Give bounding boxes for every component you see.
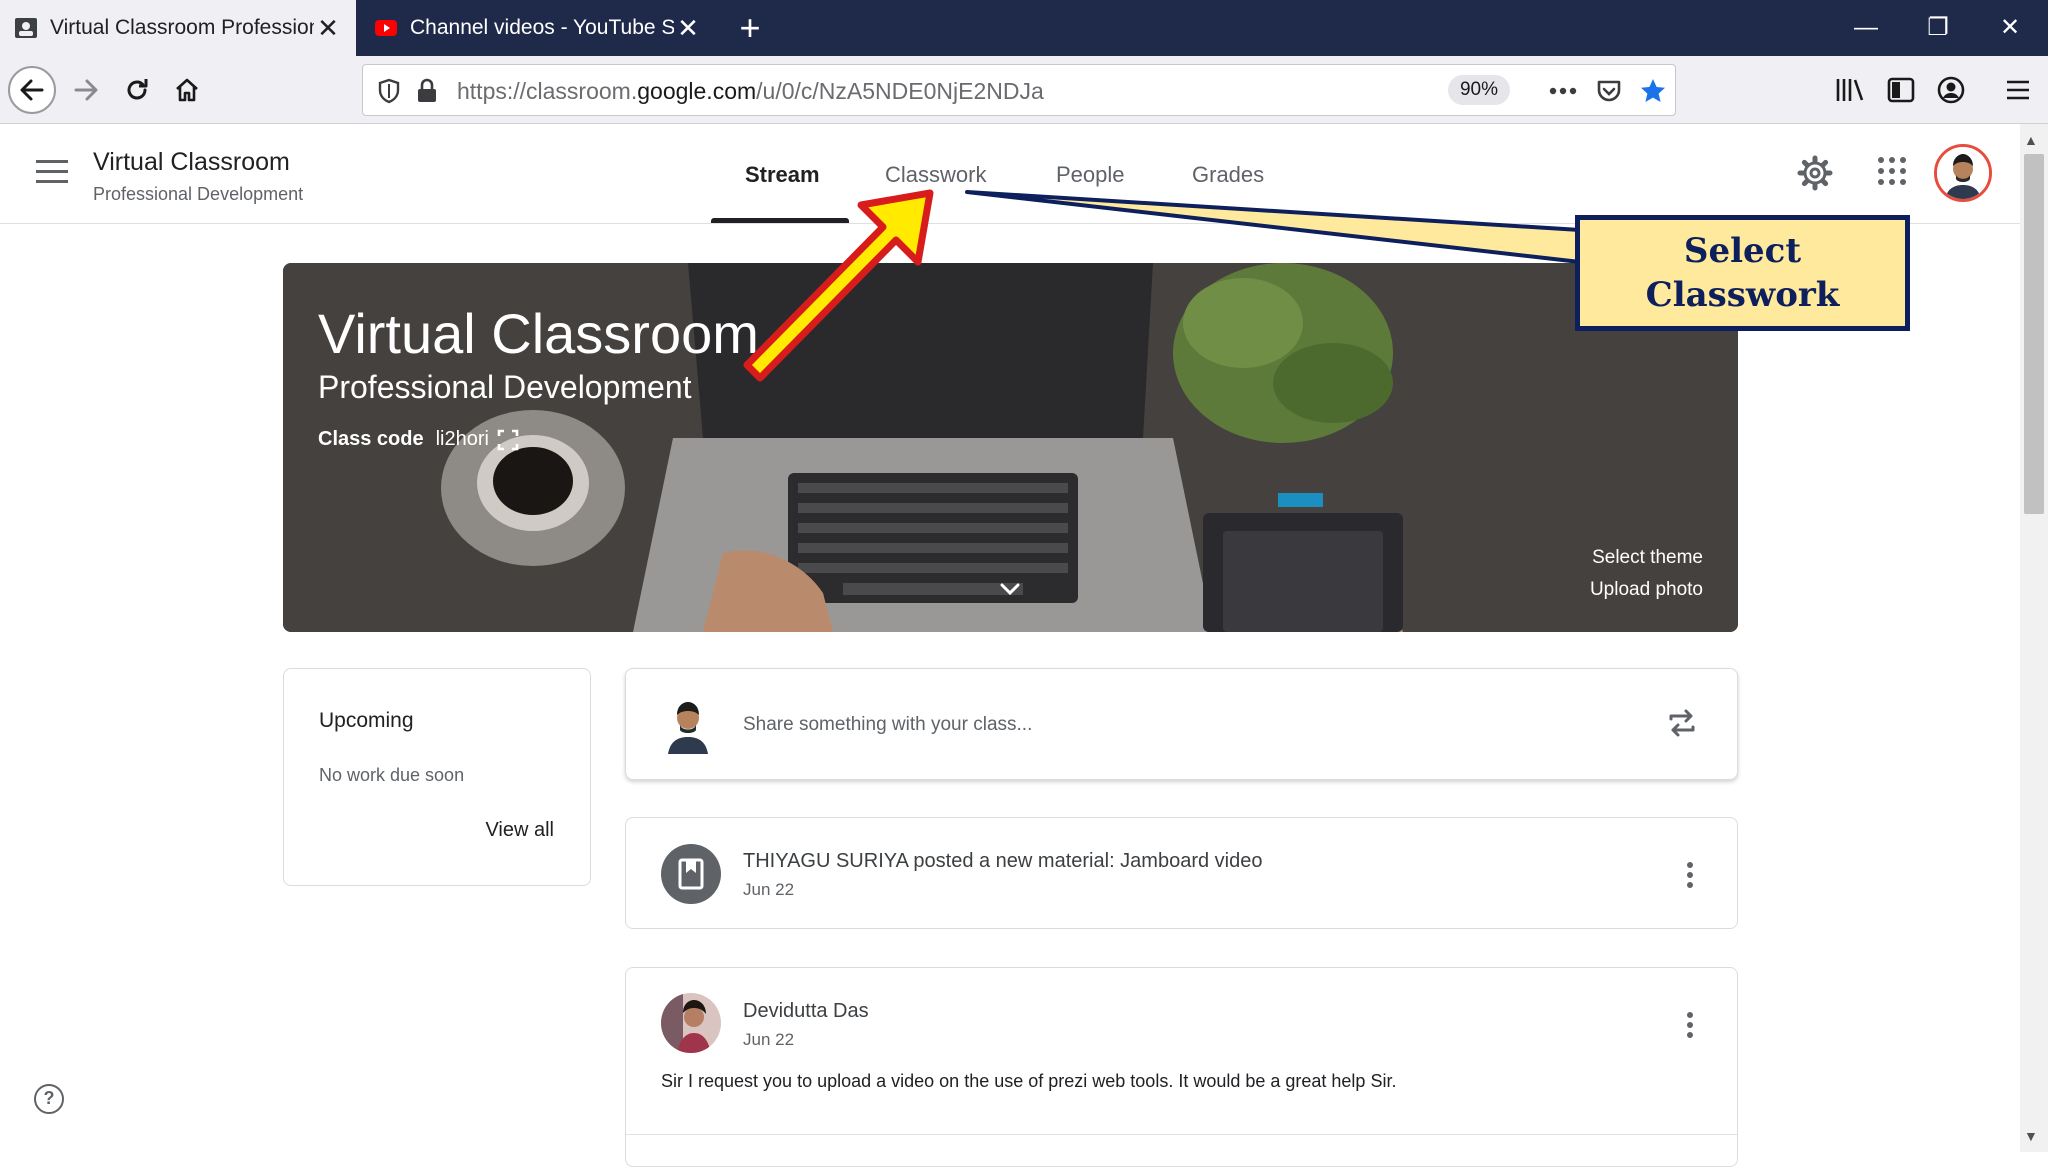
classroom-header: Virtual Classroom Professional Developme… [0,124,2020,224]
avatar [668,702,708,754]
post-date: Jun 22 [743,1030,795,1049]
kebab-icon[interactable] [1687,862,1693,888]
class-code: Class code li2hori [318,428,519,451]
forward-button[interactable] [62,66,110,114]
tab-people[interactable]: People [1056,162,1125,188]
post-body: Sir I request you to upload a video on t… [661,1071,1397,1091]
menu-icon [2007,80,2029,100]
upload-photo-link[interactable]: Upload photo [1590,579,1703,601]
share-box[interactable]: Share something with your class... [625,668,1738,780]
scrollbar-thumb[interactable] [2024,154,2044,514]
tab-virtual-classroom[interactable]: Virtual Classroom Professional ✕ [0,0,356,56]
share-input[interactable]: Share something with your class... [743,714,1032,736]
forward-icon [74,79,98,101]
stream-post[interactable]: Devidutta Das Jun 22 Sir I request you t… [625,967,1738,1167]
browser-navigation-bar: https://classroom.google.com/u/0/c/NzA5N… [0,56,2048,124]
callout-line-1: Select [1683,231,1802,271]
library-icon [1836,79,1864,101]
back-icon [20,79,44,101]
apps-icon[interactable] [1878,157,1906,185]
selected-tab-indicator [711,218,849,223]
classroom-favicon-icon [15,18,37,38]
back-button[interactable] [8,66,56,114]
stream-post[interactable]: THIYAGU SURIYA posted a new material: Ja… [625,817,1738,929]
post-author[interactable]: THIYAGU SURIYA posted a new material: Ja… [743,850,1262,873]
youtube-favicon-icon [375,20,397,36]
avatar[interactable] [661,993,721,1053]
gear-icon[interactable] [1797,155,1833,191]
browser-menu-button[interactable] [1994,66,2042,114]
account-icon [1937,76,1965,104]
new-tab-button[interactable]: + [728,6,772,50]
kebab-icon[interactable] [1687,1012,1693,1038]
class-title[interactable]: Virtual Classroom [93,148,290,177]
account-button[interactable] [1927,66,1975,114]
more-icon[interactable] [1547,75,1579,107]
help-icon[interactable]: ? [34,1084,64,1114]
avatar[interactable] [1934,144,1992,202]
class-banner: Virtual Classroom Professional Developme… [283,263,1738,632]
star-icon[interactable] [1637,75,1669,107]
tab-youtube-studio[interactable]: Channel videos - YouTube Studio ✕ [360,0,716,56]
tab-stream[interactable]: Stream [745,162,820,188]
close-window-button[interactable]: ✕ [1974,0,2046,56]
lock-icon[interactable] [411,75,443,107]
class-code-value: li2hori [435,428,489,450]
post-date: Jun 22 [743,880,795,899]
view-all-link[interactable]: View all [485,819,554,842]
page-scrollbar[interactable] [2020,124,2048,1152]
banner-subtitle: Professional Development [318,369,692,405]
close-tab-icon[interactable]: ✕ [674,13,702,44]
scroll-down-icon[interactable]: ▼ [2024,1128,2038,1144]
pocket-icon[interactable] [1593,75,1625,107]
library-button[interactable] [1826,66,1874,114]
class-code-label: Class code [318,428,424,450]
minimize-window-button[interactable]: — [1830,0,1902,56]
repost-icon[interactable] [1667,707,1697,739]
close-tab-icon[interactable]: ✕ [314,13,342,44]
post-divider [626,1134,1737,1135]
main-menu-icon[interactable] [36,160,68,186]
reload-icon [127,79,148,100]
sidebar-button[interactable] [1877,66,1925,114]
tab-title: Virtual Classroom Professional [50,16,314,39]
sidebar-icon [1887,77,1915,103]
fullscreen-icon[interactable] [497,429,519,451]
zoom-level[interactable]: 90% [1448,75,1510,105]
annotation-callout: Select Classwork [1575,215,1910,331]
tab-classwork[interactable]: Classwork [885,162,986,188]
home-icon [176,78,198,102]
upcoming-title: Upcoming [319,709,414,732]
tab-grades[interactable]: Grades [1192,162,1264,188]
select-theme-link[interactable]: Select theme [1592,547,1703,569]
browser-tab-bar: Virtual Classroom Professional ✕ Channel… [0,0,2048,56]
restore-window-button[interactable]: ❐ [1902,0,1974,56]
url-bar[interactable]: https://classroom.google.com/u/0/c/NzA5N… [362,64,1676,116]
shield-icon[interactable] [373,75,405,107]
material-icon [661,844,721,904]
url-text[interactable]: https://classroom.google.com/u/0/c/NzA5N… [457,78,1044,105]
reload-button[interactable] [113,66,161,114]
callout-line-2: Classwork [1645,275,1840,315]
upcoming-empty-text: No work due soon [319,765,465,785]
home-button[interactable] [163,66,211,114]
upcoming-card: Upcoming No work due soon View all [283,668,591,886]
post-author[interactable]: Devidutta Das [743,1000,869,1023]
scroll-up-icon[interactable]: ▲ [2024,132,2038,148]
expand-icon[interactable] [999,581,1021,597]
tab-title: Channel videos - YouTube Studio [410,16,674,39]
banner-title: Virtual Classroom [318,302,759,365]
class-subtitle: Professional Development [93,184,304,204]
